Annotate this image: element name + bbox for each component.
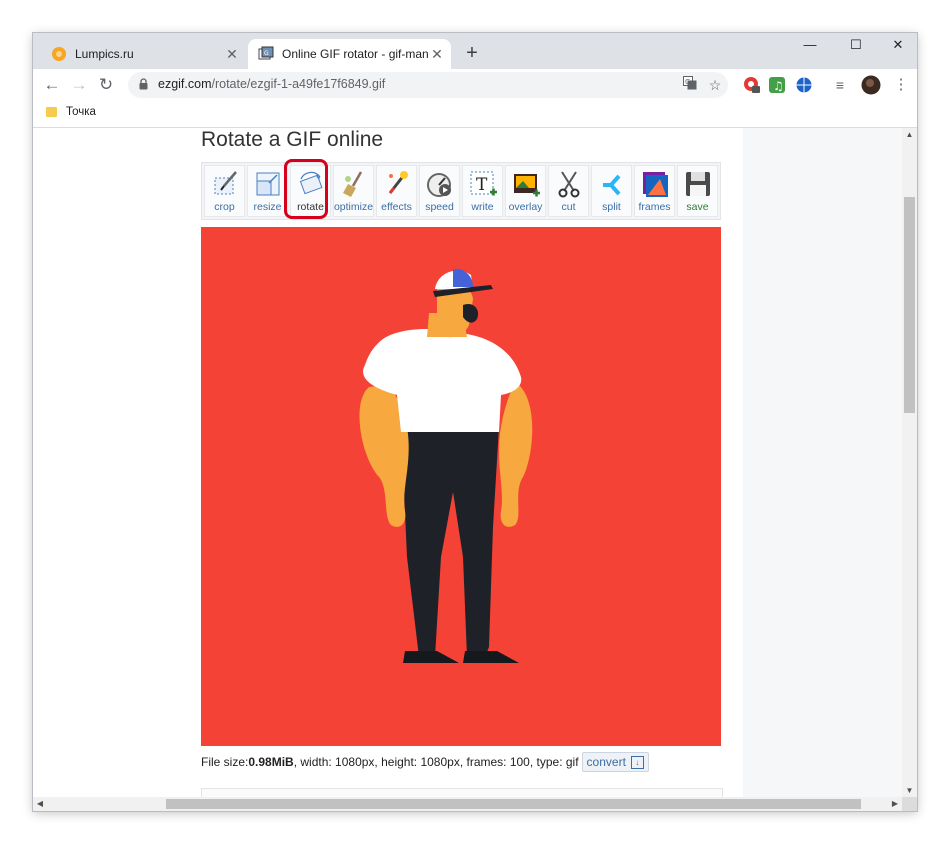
download-arrow-icon: ↓	[630, 755, 644, 769]
tool-label: frames	[638, 201, 671, 213]
resize-icon	[256, 172, 280, 196]
convert-label: convert	[586, 755, 626, 769]
close-tab-icon[interactable]: ✕	[429, 46, 445, 63]
write-text-icon: T	[470, 171, 497, 196]
tool-save[interactable]: save	[677, 165, 718, 217]
optimize-broom-icon	[343, 171, 363, 197]
profile-avatar[interactable]	[861, 75, 881, 95]
tool-split[interactable]: split	[591, 165, 632, 217]
tool-write[interactable]: T write	[462, 165, 503, 217]
vpn-globe-icon[interactable]	[795, 76, 813, 94]
close-tab-icon[interactable]: ✕	[224, 46, 240, 63]
file-size-value: 0.98MiB	[248, 755, 294, 769]
svg-text:T: T	[476, 175, 488, 195]
scroll-right-arrow-icon[interactable]: ▶	[888, 797, 902, 811]
tool-overlay[interactable]: overlay	[505, 165, 546, 217]
file-size-label: File size:	[201, 755, 249, 769]
overlay-image-icon	[514, 174, 540, 197]
floppy-disk-icon	[686, 172, 710, 196]
bookmark-star-icon[interactable]: ☆	[706, 76, 724, 94]
tab-ezgif[interactable]: G Online GIF rotator - gif-man-mel ✕	[248, 39, 451, 69]
gif-preview	[201, 227, 721, 746]
back-arrow-icon[interactable]: ←	[40, 73, 64, 97]
tool-optimize[interactable]: optimize	[333, 165, 374, 217]
right-sidebar	[743, 128, 902, 797]
bookmarks-bar: Точка	[33, 101, 917, 128]
speed-dial-icon	[427, 173, 451, 197]
tab-title: Online GIF rotator - gif-man-mel	[282, 47, 429, 61]
opera-extension-icon[interactable]	[743, 76, 761, 94]
scrollbar-corner	[902, 797, 917, 811]
page-viewport: Rotate a GIF online crop resize rotate o…	[33, 128, 902, 797]
url-text: ezgif.com/rotate/ezgif-1-a49fe17f6849.gi…	[158, 77, 385, 91]
tab-lumpics[interactable]: Lumpics.ru ✕	[41, 39, 246, 69]
scroll-down-arrow-icon[interactable]: ▼	[902, 786, 917, 795]
scroll-up-arrow-icon[interactable]: ▲	[902, 130, 917, 139]
tool-label: overlay	[508, 201, 543, 213]
tool-resize[interactable]: resize	[247, 165, 288, 217]
close-window-button[interactable]: ✕	[878, 33, 917, 59]
new-tab-button[interactable]: +	[460, 41, 484, 65]
man-illustration-image	[359, 268, 533, 663]
tool-label: speed	[425, 201, 454, 213]
tool-label: crop	[214, 201, 235, 213]
crop-icon	[214, 171, 237, 195]
browser-toolbar: ← → ↻ ezgif.com/rotate/ezgif-1-a49fe17f6…	[33, 69, 917, 101]
scroll-left-arrow-icon[interactable]: ◀	[33, 797, 47, 811]
bookmark-label: Точка	[66, 106, 96, 118]
convert-button[interactable]: convert ↓	[581, 752, 649, 772]
file-details: , width: 1080px, height: 1080px, frames:…	[293, 755, 579, 769]
reading-list-icon[interactable]: ≡	[828, 73, 852, 97]
ezgif-icon: G	[258, 46, 274, 60]
tool-label: cut	[561, 201, 576, 213]
rotate-highlight-frame	[284, 159, 328, 219]
horizontal-scrollbar[interactable]: ◀ ▶	[33, 797, 902, 811]
reload-icon[interactable]: ↻	[94, 73, 118, 97]
tool-crop[interactable]: crop	[204, 165, 245, 217]
tool-menu: crop resize rotate optimize effects spee…	[201, 159, 721, 220]
bookmark-folder-tochka[interactable]: Точка	[46, 106, 96, 118]
maximize-button[interactable]: ☐	[836, 33, 876, 59]
tool-label: optimize	[333, 201, 374, 213]
file-info: File size: 0.98MiB , width: 1080px, heig…	[201, 752, 649, 772]
svg-text:♫: ♫	[773, 79, 784, 93]
scissors-icon	[558, 171, 580, 198]
tool-effects[interactable]: effects	[376, 165, 417, 217]
effects-wand-icon	[388, 171, 408, 194]
tool-cut[interactable]: cut	[548, 165, 589, 217]
folder-icon	[46, 107, 57, 117]
vertical-scrollbar[interactable]: ▲ ▼	[902, 128, 917, 797]
menu-kebab-icon[interactable]: ⋮	[889, 73, 913, 97]
tab-title: Lumpics.ru	[75, 47, 134, 61]
url-path: /rotate/ezgif-1-a49fe17f6849.gif	[211, 77, 386, 91]
minimize-button[interactable]: —	[790, 33, 830, 59]
options-panel	[201, 788, 723, 797]
address-bar[interactable]: ezgif.com/rotate/ezgif-1-a49fe17f6849.gi…	[128, 72, 728, 98]
lock-icon	[139, 78, 148, 90]
orange-circle-icon	[52, 47, 66, 61]
svg-text:G: G	[685, 78, 690, 86]
page-title: Rotate a GIF online	[201, 128, 384, 151]
tool-label: save	[686, 201, 709, 213]
horizontal-scroll-thumb[interactable]	[166, 799, 861, 809]
svg-text:G: G	[264, 50, 269, 57]
vertical-scroll-thumb[interactable]	[904, 197, 915, 413]
tool-frames[interactable]: frames	[634, 165, 675, 217]
tool-label: write	[471, 201, 494, 213]
url-host: ezgif.com	[158, 77, 212, 91]
frames-icon	[643, 172, 668, 197]
music-extension-icon[interactable]: ♫	[768, 76, 786, 94]
browser-window: Lumpics.ru ✕ G Online GIF rotator - gif-…	[33, 33, 917, 811]
tool-speed[interactable]: speed	[419, 165, 460, 217]
forward-arrow-icon[interactable]: →	[67, 73, 91, 97]
split-icon	[603, 174, 621, 196]
tool-label: effects	[381, 201, 412, 213]
tab-strip: Lumpics.ru ✕ G Online GIF rotator - gif-…	[33, 33, 917, 69]
tool-label: split	[602, 201, 621, 213]
translate-icon[interactable]: G	[681, 76, 699, 94]
